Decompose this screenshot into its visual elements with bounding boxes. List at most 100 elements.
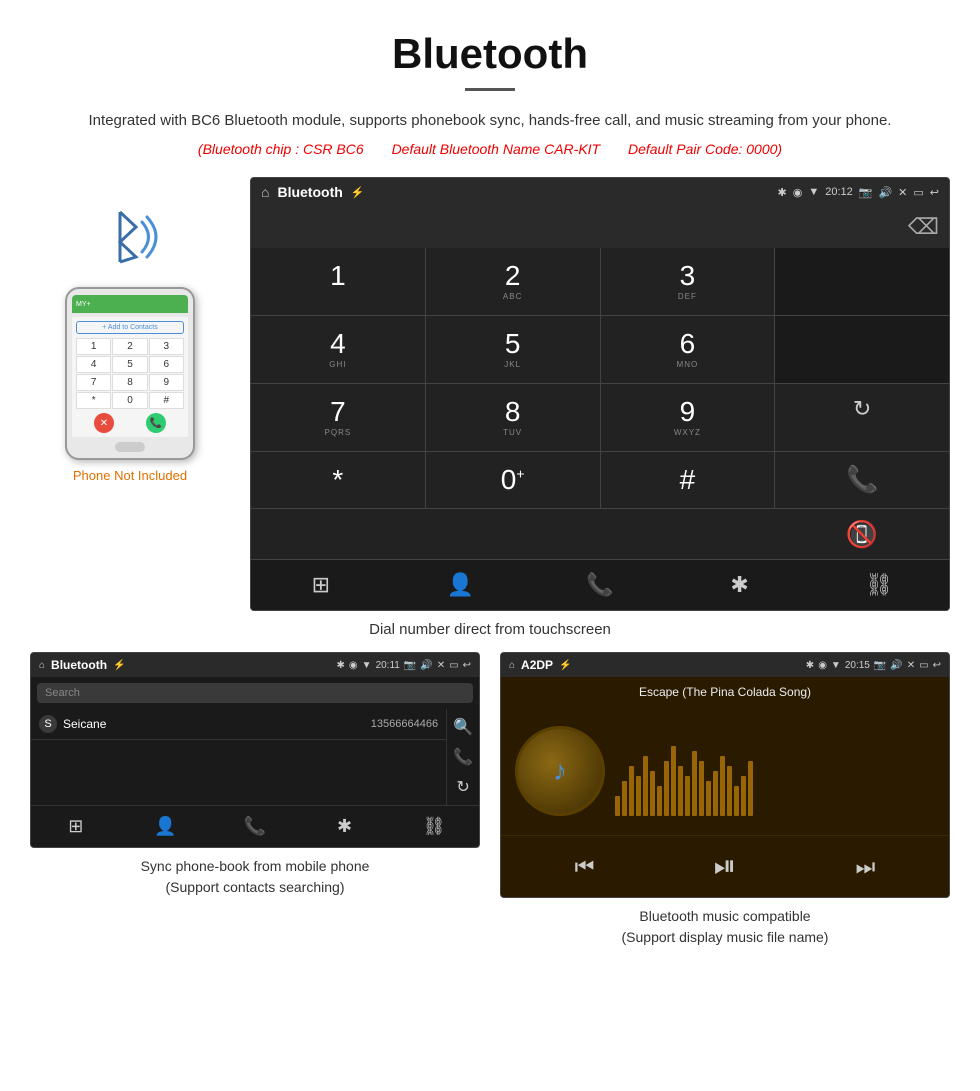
music-caption: Bluetooth music compatible(Support displ… xyxy=(622,906,829,948)
contact-avatar-s: S xyxy=(39,715,57,733)
camera-icon[interactable]: 📷 xyxy=(859,186,873,199)
music-status-bar: ⌂ A2DP ⚡ ✱ ◉ ▼ 20:15 📷 🔊 ✕ ▭ ↩ xyxy=(501,653,949,677)
dialer-grid-icon[interactable]: ⊞ xyxy=(251,560,391,610)
pb-time: 20:11 xyxy=(376,660,400,671)
key-reload[interactable]: ↻ xyxy=(775,384,949,451)
dialer-contact-icon[interactable]: 👤 xyxy=(391,560,531,610)
key-hangup[interactable]: 📵 xyxy=(775,509,950,559)
phone-key-2[interactable]: 2 xyxy=(112,338,147,355)
home-icon[interactable]: ⌂ xyxy=(261,184,269,200)
pb-search-bar[interactable]: Search xyxy=(37,683,473,703)
music-bt-logo: ♪ xyxy=(553,755,567,787)
music-back[interactable]: ↩ xyxy=(933,660,941,671)
key-empty-2 xyxy=(775,316,949,383)
play-pause-btn[interactable]: ⏯ xyxy=(714,850,736,883)
key-star[interactable]: * xyxy=(251,452,425,508)
wave-bar xyxy=(734,786,739,816)
key-9[interactable]: 9 WXYZ xyxy=(601,384,775,451)
key-8[interactable]: 8 TUV xyxy=(426,384,600,451)
phone-key-5[interactable]: 5 xyxy=(112,356,147,373)
title-divider xyxy=(465,88,515,91)
time-display: 20:12 xyxy=(825,186,853,198)
dialer-bt-icon[interactable]: ✱ xyxy=(670,560,810,610)
pb-signal: ▼ xyxy=(362,660,372,671)
key-4[interactable]: 4 GHI xyxy=(251,316,425,383)
next-track-btn[interactable]: ⏭ xyxy=(856,854,876,880)
wave-bar xyxy=(678,766,683,816)
music-win: ▭ xyxy=(919,660,928,671)
back-icon[interactable]: ↩ xyxy=(930,186,939,199)
wave-bar xyxy=(720,756,725,816)
phone-key-9[interactable]: 9 xyxy=(149,374,184,391)
volume-icon[interactable]: 🔊 xyxy=(878,186,892,199)
phone-home-button[interactable] xyxy=(115,442,145,452)
contact-row-seicane[interactable]: S Seicane 13566664466 xyxy=(31,709,446,740)
phone-keypad: 1 2 3 4 5 6 7 8 9 * 0 # xyxy=(76,338,184,409)
music-controls: ⏮ ⏯ ⏭ xyxy=(501,835,949,897)
pb-link-btn[interactable]: ⛓ xyxy=(389,806,479,847)
pb-close[interactable]: ✕ xyxy=(437,660,445,671)
middle-section: MY+ + Add to Contacts 1 2 3 4 5 6 7 8 9 … xyxy=(0,167,980,611)
pb-back[interactable]: ↩ xyxy=(463,660,471,671)
key-2[interactable]: 2 ABC xyxy=(426,248,600,315)
phone-key-7[interactable]: 7 xyxy=(76,374,111,391)
music-close[interactable]: ✕ xyxy=(907,660,915,671)
window-icon[interactable]: ▭ xyxy=(913,186,923,199)
wave-bar xyxy=(643,756,648,816)
pb-user-btn[interactable]: 👤 xyxy=(121,806,211,847)
wave-bar xyxy=(748,761,753,816)
key-1[interactable]: 1 xyxy=(251,248,425,315)
add-contact-btn[interactable]: + Add to Contacts xyxy=(76,321,184,334)
contact-name: Seicane xyxy=(63,717,371,731)
bottom-section: ⌂ Bluetooth ⚡ ✱ ◉ ▼ 20:11 📷 🔊 ✕ ▭ ↩ xyxy=(0,652,980,968)
pb-phone-btn[interactable]: 📞 xyxy=(210,806,300,847)
phone-key-6[interactable]: 6 xyxy=(149,356,184,373)
phone-key-8[interactable]: 8 xyxy=(112,374,147,391)
pb-sync-icon[interactable]: ↻ xyxy=(453,777,473,797)
phone-bottom-bar: ✕ 📞 xyxy=(76,409,184,433)
phone-key-3[interactable]: 3 xyxy=(149,338,184,355)
phone-end-btn[interactable]: ✕ xyxy=(94,413,114,433)
phone-key-4[interactable]: 4 xyxy=(76,356,111,373)
key-7[interactable]: 7 PQRS xyxy=(251,384,425,451)
pb-search-icon[interactable]: 🔍 xyxy=(453,717,473,737)
dialer-phone-icon[interactable]: 📞 xyxy=(530,560,670,610)
key-6[interactable]: 6 MNO xyxy=(601,316,775,383)
signal-icon: ▼ xyxy=(808,186,819,198)
key-5[interactable]: 5 JKL xyxy=(426,316,600,383)
pb-grid-btn[interactable]: ⊞ xyxy=(31,806,121,847)
phone-not-included-label: Phone Not Included xyxy=(73,468,187,483)
wave-bar xyxy=(685,776,690,816)
music-time: 20:15 xyxy=(845,660,870,671)
phonebook-item: ⌂ Bluetooth ⚡ ✱ ◉ ▼ 20:11 📷 🔊 ✕ ▭ ↩ xyxy=(30,652,480,948)
music-home-icon[interactable]: ⌂ xyxy=(509,660,515,671)
dialer-link-icon[interactable]: ⛓ xyxy=(809,560,949,610)
phone-body: MY+ + Add to Contacts 1 2 3 4 5 6 7 8 9 … xyxy=(65,287,195,460)
status-right: ✱ ◉ ▼ 20:12 📷 🔊 ✕ ▭ ↩ xyxy=(778,186,940,199)
phone-key-star[interactable]: * xyxy=(76,392,111,409)
location-icon: ◉ xyxy=(793,186,803,199)
music-status-left: ⌂ A2DP ⚡ xyxy=(509,658,572,672)
backspace-button[interactable]: ⌫ xyxy=(908,214,939,240)
phone-key-hash[interactable]: # xyxy=(149,392,184,409)
wave-bar xyxy=(650,771,655,816)
header-specs: (Bluetooth chip : CSR BC6 Default Blueto… xyxy=(60,141,920,157)
song-title: Escape (The Pina Colada Song) xyxy=(501,677,949,707)
prev-track-btn[interactable]: ⏮ xyxy=(575,854,595,880)
close-icon[interactable]: ✕ xyxy=(898,186,907,199)
pb-bt-btn[interactable]: ✱ xyxy=(300,806,390,847)
phone-call-btn[interactable]: 📞 xyxy=(146,413,166,433)
key-hash[interactable]: # xyxy=(601,452,775,508)
pb-main-area: S Seicane 13566664466 🔍 📞 ↻ xyxy=(31,709,479,805)
usb-icon: ⚡ xyxy=(351,186,365,199)
pb-bt-icon: ✱ xyxy=(337,660,345,671)
pb-call-icon[interactable]: 📞 xyxy=(453,747,473,767)
hangup-row: 📵 xyxy=(251,508,949,559)
wave-bar xyxy=(671,746,676,816)
phone-key-0[interactable]: 0 xyxy=(112,392,147,409)
key-call[interactable]: 📞 xyxy=(775,452,949,508)
pb-home-icon[interactable]: ⌂ xyxy=(39,660,45,671)
phone-key-1[interactable]: 1 xyxy=(76,338,111,355)
key-0[interactable]: 0+ xyxy=(426,452,600,508)
key-3[interactable]: 3 DEF xyxy=(601,248,775,315)
